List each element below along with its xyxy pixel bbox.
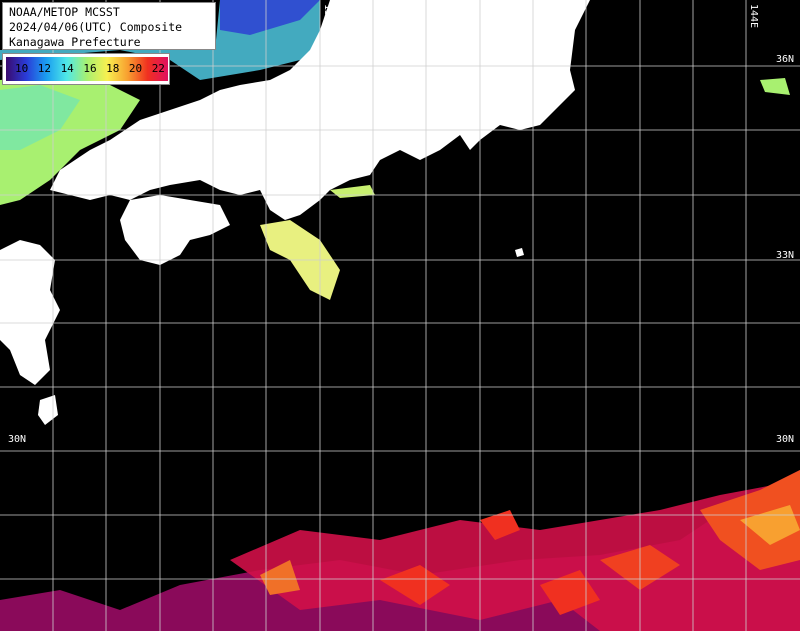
color-legend: 10 12 14 16 18 20 22: [2, 53, 170, 85]
legend-labels: 10 12 14 16 18 20 22: [15, 62, 165, 78]
title-line-1: NOAA/METOP MCSST: [9, 5, 120, 19]
lat-label-30n-left: 30N: [8, 434, 27, 445]
legend-label-16: 16: [83, 62, 97, 75]
title-line-3: Kanagawa Prefecture: [9, 35, 141, 49]
title-line-2: 2024/04/06(UTC) Composite: [9, 20, 183, 34]
legend-label-20: 20: [128, 62, 143, 75]
lat-label-33n: 33N: [776, 250, 795, 261]
legend-label-10: 10: [15, 62, 29, 75]
legend-label-12: 12: [37, 62, 52, 75]
sst-map: [0, 0, 800, 631]
lat-label-36n: 36N: [776, 54, 795, 65]
legend-label-22: 22: [151, 62, 165, 75]
lon-label-136e: 136E: [322, 4, 333, 29]
lon-label-144e: 144E: [748, 4, 759, 29]
lat-label-30n-right: 30N: [776, 434, 795, 445]
legend-label-18: 18: [106, 62, 120, 75]
legend-label-14: 14: [60, 62, 74, 75]
title-box: NOAA/METOP MCSST 2024/04/06(UTC) Composi…: [2, 2, 216, 50]
